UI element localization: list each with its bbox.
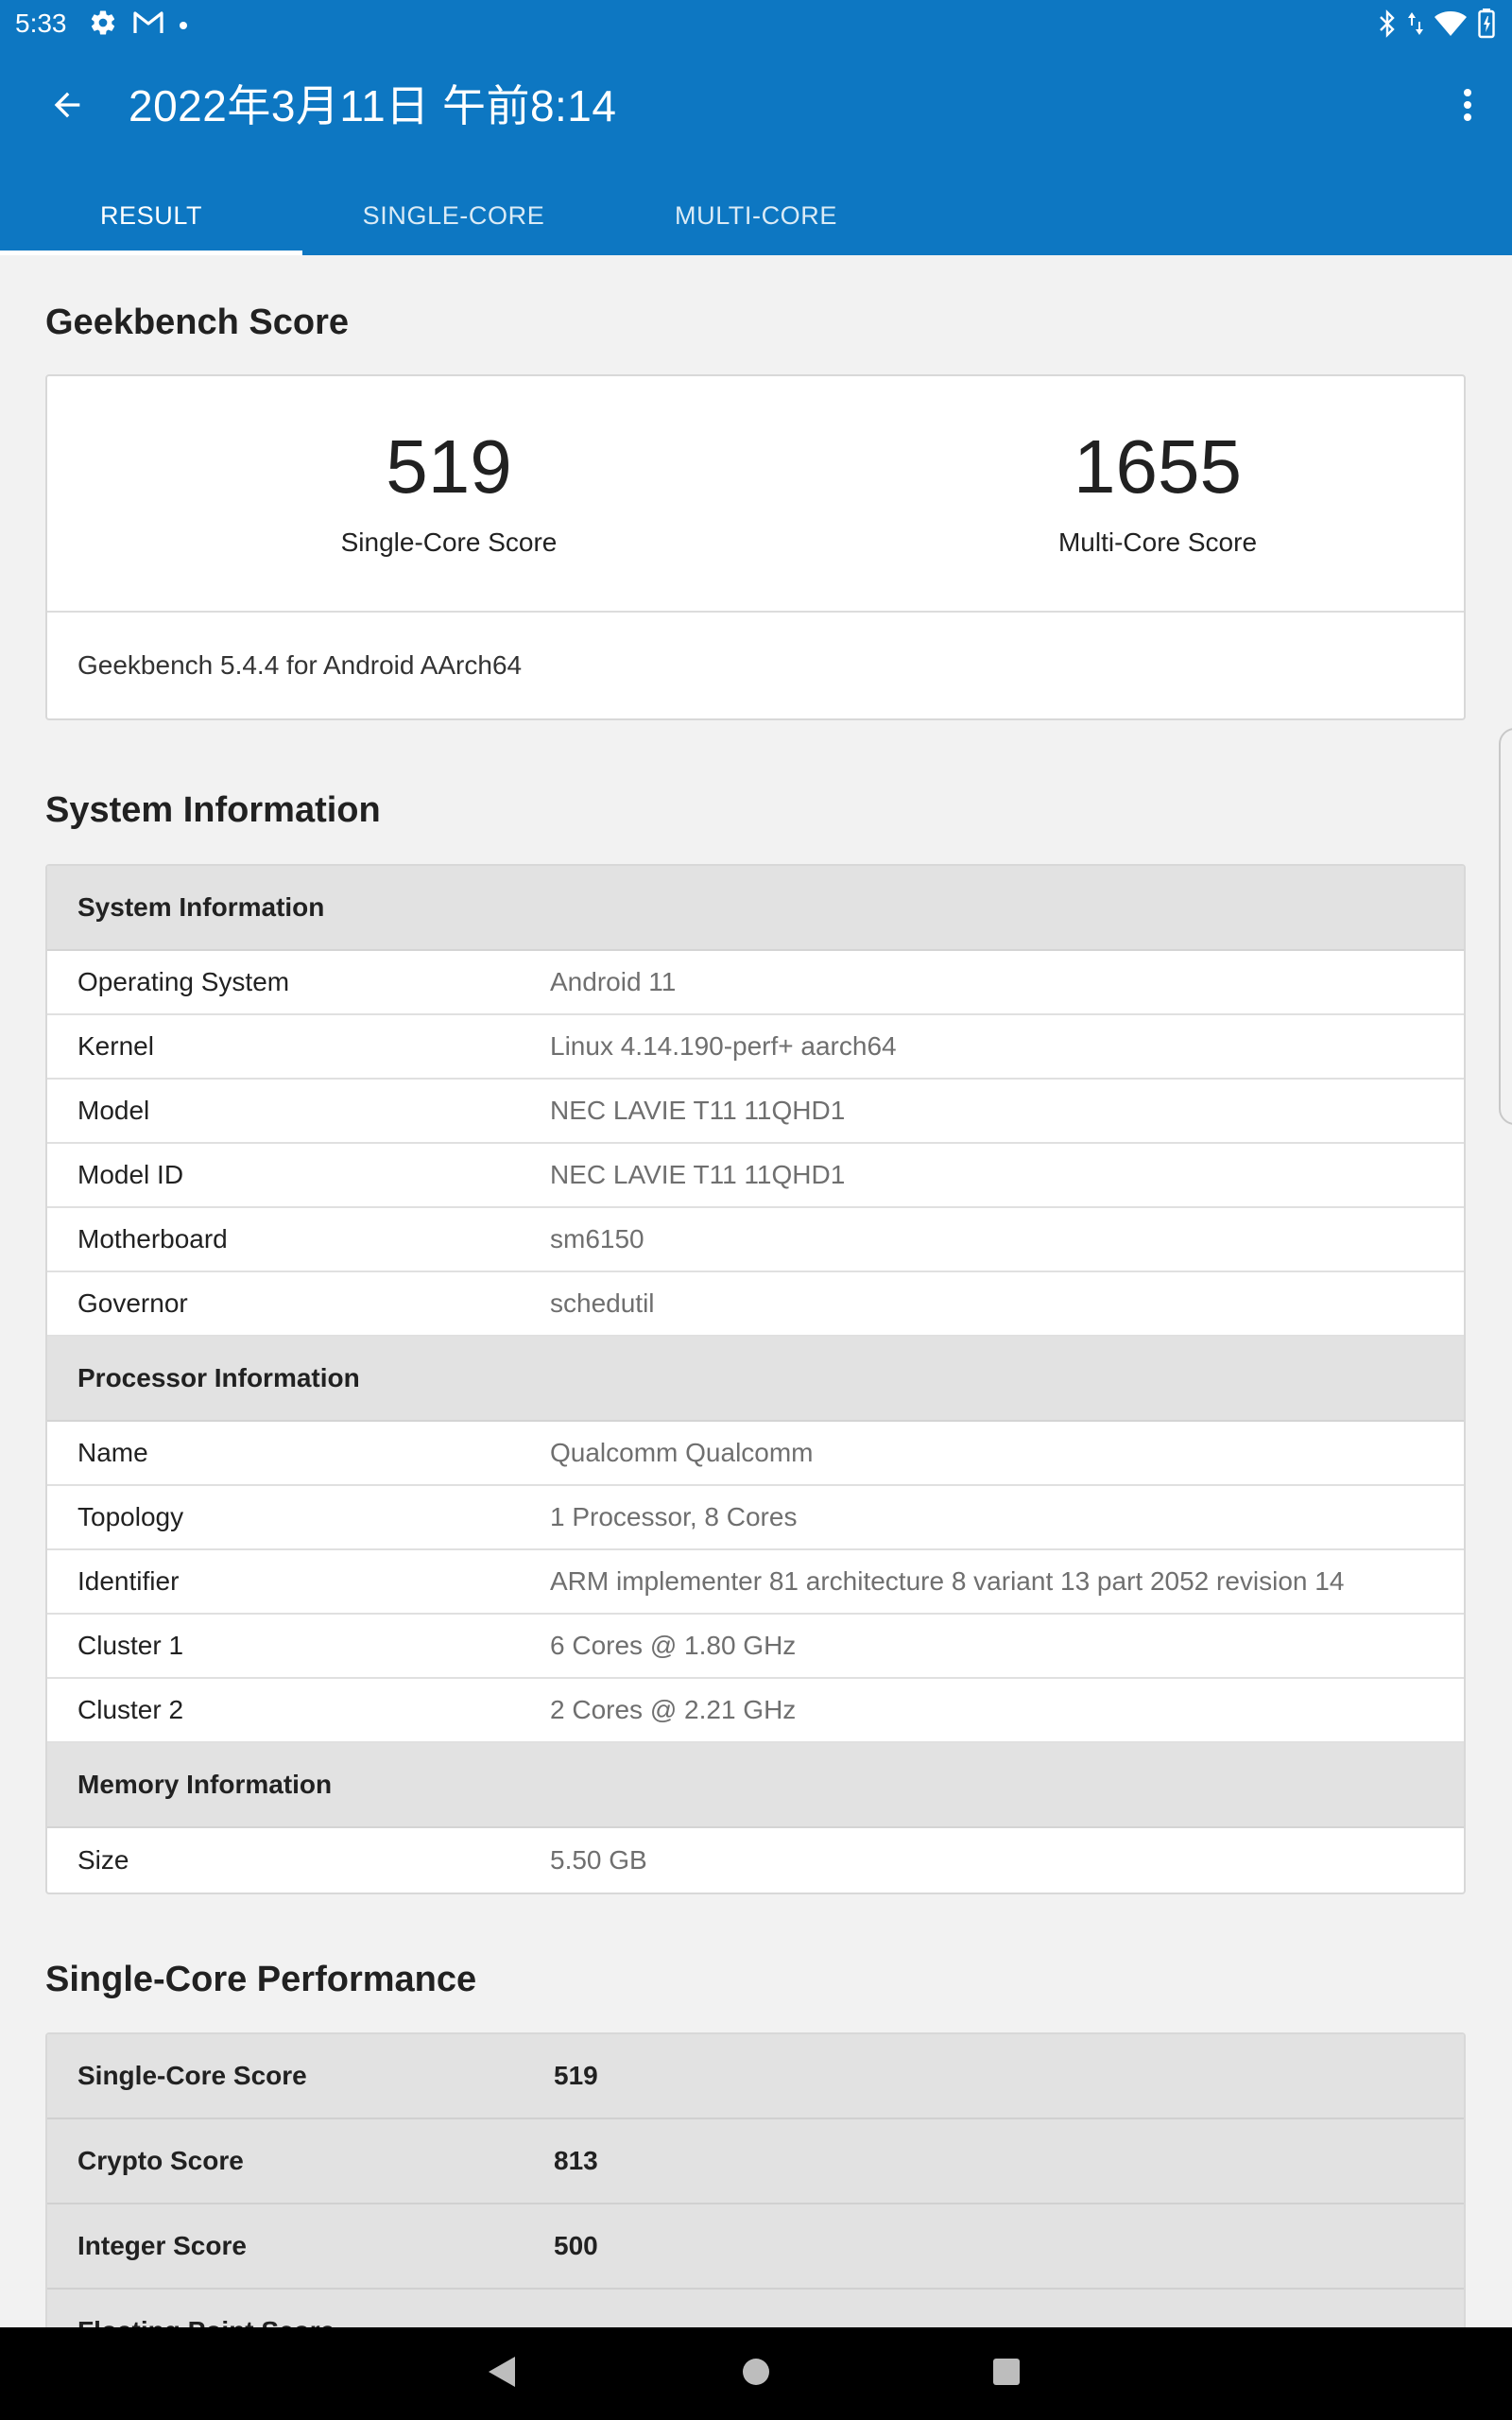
tab-multi-core[interactable]: MULTI-CORE (605, 176, 907, 255)
result-content[interactable]: Geekbench Score 519 Single-Core Score 16… (0, 255, 1512, 2327)
row-key: Cluster 2 (77, 1695, 184, 1724)
nav-back-button[interactable] (477, 2350, 524, 2397)
row-key: Model (77, 1096, 150, 1125)
geekbench-score-card: 519 Single-Core Score 1655 Multi-Core Sc… (45, 374, 1466, 720)
row-value: 2 Cores @ 2.21 GHz (550, 1695, 797, 1724)
nav-recents-icon (990, 2356, 1022, 2393)
row-value: NEC LAVIE T11 11QHD1 (550, 1160, 846, 1189)
row-value: Qualcomm Qualcomm (550, 1438, 814, 1467)
table-row: Single-Core Score 519 (47, 2034, 1464, 2119)
row-key: Operating System (77, 967, 290, 996)
nav-back-icon (485, 2355, 517, 2394)
table-row: Motherboard sm6150 (47, 1208, 1464, 1272)
bluetooth-icon (1378, 9, 1397, 43)
row-key: Size (77, 1845, 129, 1875)
single-core-score-value: 519 (386, 424, 512, 509)
row-key: Cluster 1 (77, 1631, 184, 1660)
row-value: 813 (554, 2146, 598, 2175)
tab-result[interactable]: RESULT (0, 176, 302, 255)
single-core-performance-title: Single-Core Performance (45, 1960, 477, 1999)
table-row: Model NEC LAVIE T11 11QHD1 (47, 1080, 1464, 1144)
multi-core-score-block: 1655 Multi-Core Score (827, 376, 1464, 613)
multi-core-score-value: 1655 (1074, 424, 1242, 509)
table-row: Operating System Android 11 (47, 951, 1464, 1015)
wifi-icon (1435, 10, 1467, 42)
row-key: Floating Point Score (77, 2316, 335, 2327)
table-row: Model ID NEC LAVIE T11 11QHD1 (47, 1144, 1464, 1208)
nav-home-button[interactable] (732, 2350, 780, 2397)
nav-recents-button[interactable] (983, 2350, 1030, 2397)
row-value: 519 (554, 2061, 598, 2090)
scrollbar[interactable] (1499, 728, 1512, 1125)
data-arrows-icon (1408, 9, 1423, 43)
row-key: Topology (77, 1502, 184, 1531)
status-right-icons (1378, 9, 1495, 43)
tab-bar: RESULT SINGLE-CORE MULTI-CORE (0, 176, 1512, 255)
table-row: Cluster 1 6 Cores @ 1.80 GHz (47, 1615, 1464, 1679)
processor-info-header: Processor Information (47, 1337, 1464, 1422)
table-row: Identifier ARM implementer 81 architectu… (47, 1550, 1464, 1615)
row-value: ARM implementer 81 architecture 8 varian… (550, 1566, 1345, 1596)
row-value: NEC LAVIE T11 11QHD1 (550, 1096, 846, 1125)
table-row: Governor schedutil (47, 1272, 1464, 1337)
row-value: 500 (554, 2231, 598, 2260)
gmail-icon (132, 9, 164, 41)
table-row: Kernel Linux 4.14.190-perf+ aarch64 (47, 1015, 1464, 1080)
arrow-back-icon (48, 86, 86, 129)
row-key: Name (77, 1438, 148, 1467)
multi-core-score-label: Multi-Core Score (1057, 527, 1258, 557)
system-information-card: System Information Operating System Andr… (45, 864, 1466, 1894)
system-information-title: System Information (45, 790, 381, 830)
table-row: Floating Point Score (47, 2290, 1464, 2327)
table-row: Name Qualcomm Qualcomm (47, 1422, 1464, 1486)
app-bar: 5:33 2022年3月11日 午前8:14 RESULT SINGLE-COR… (0, 0, 1512, 255)
single-core-score-label: Single-Core Score (340, 527, 558, 557)
table-row: Integer Score 500 (47, 2204, 1464, 2290)
row-key: Integer Score (77, 2231, 247, 2260)
table-row: Size 5.50 GB (47, 1828, 1464, 1893)
geekbench-version: Geekbench 5.4.4 for Android AArch64 (77, 650, 523, 680)
row-key: Governor (77, 1288, 188, 1318)
tab-single-core[interactable]: SINGLE-CORE (302, 176, 605, 255)
row-value: Android 11 (550, 967, 677, 996)
row-value: Linux 4.14.190-perf+ aarch64 (550, 1031, 897, 1061)
row-key: Single-Core Score (77, 2061, 307, 2090)
row-key: Model ID (77, 1160, 184, 1189)
table-row: Topology 1 Processor, 8 Cores (47, 1486, 1464, 1550)
single-core-score-block: 519 Single-Core Score (118, 376, 780, 613)
row-key: Kernel (77, 1031, 154, 1061)
status-time: 5:33 (15, 9, 67, 38)
status-left-icons (89, 9, 187, 42)
system-info-header: System Information (47, 866, 1464, 951)
score-row: 519 Single-Core Score 1655 Multi-Core Sc… (47, 376, 1464, 613)
row-value: sm6150 (550, 1224, 644, 1253)
battery-icon (1478, 9, 1495, 43)
back-button[interactable] (43, 83, 91, 130)
row-key: Motherboard (77, 1224, 228, 1253)
single-core-performance-card: Single-Core Score 519 Crypto Score 813 I… (45, 2032, 1466, 2327)
notification-dot-icon (180, 21, 187, 29)
row-value: 5.50 GB (550, 1845, 647, 1875)
row-key: Identifier (77, 1566, 180, 1596)
more-options-button[interactable] (1444, 83, 1491, 130)
table-row: Cluster 2 2 Cores @ 2.21 GHz (47, 1679, 1464, 1743)
gear-icon (89, 9, 117, 42)
navigation-bar (0, 2327, 1512, 2420)
geekbench-score-title: Geekbench Score (45, 302, 350, 342)
page-title: 2022年3月11日 午前8:14 (129, 81, 617, 130)
nav-home-icon (740, 2356, 772, 2393)
row-value: 6 Cores @ 1.80 GHz (550, 1631, 797, 1660)
status-bar: 5:33 (0, 0, 1512, 47)
memory-info-header: Memory Information (47, 1743, 1464, 1828)
row-value: 1 Processor, 8 Cores (550, 1502, 798, 1531)
row-key: Crypto Score (77, 2146, 244, 2175)
table-row: Crypto Score 813 (47, 2119, 1464, 2204)
row-value: schedutil (550, 1288, 655, 1318)
more-vert-icon (1462, 86, 1473, 129)
